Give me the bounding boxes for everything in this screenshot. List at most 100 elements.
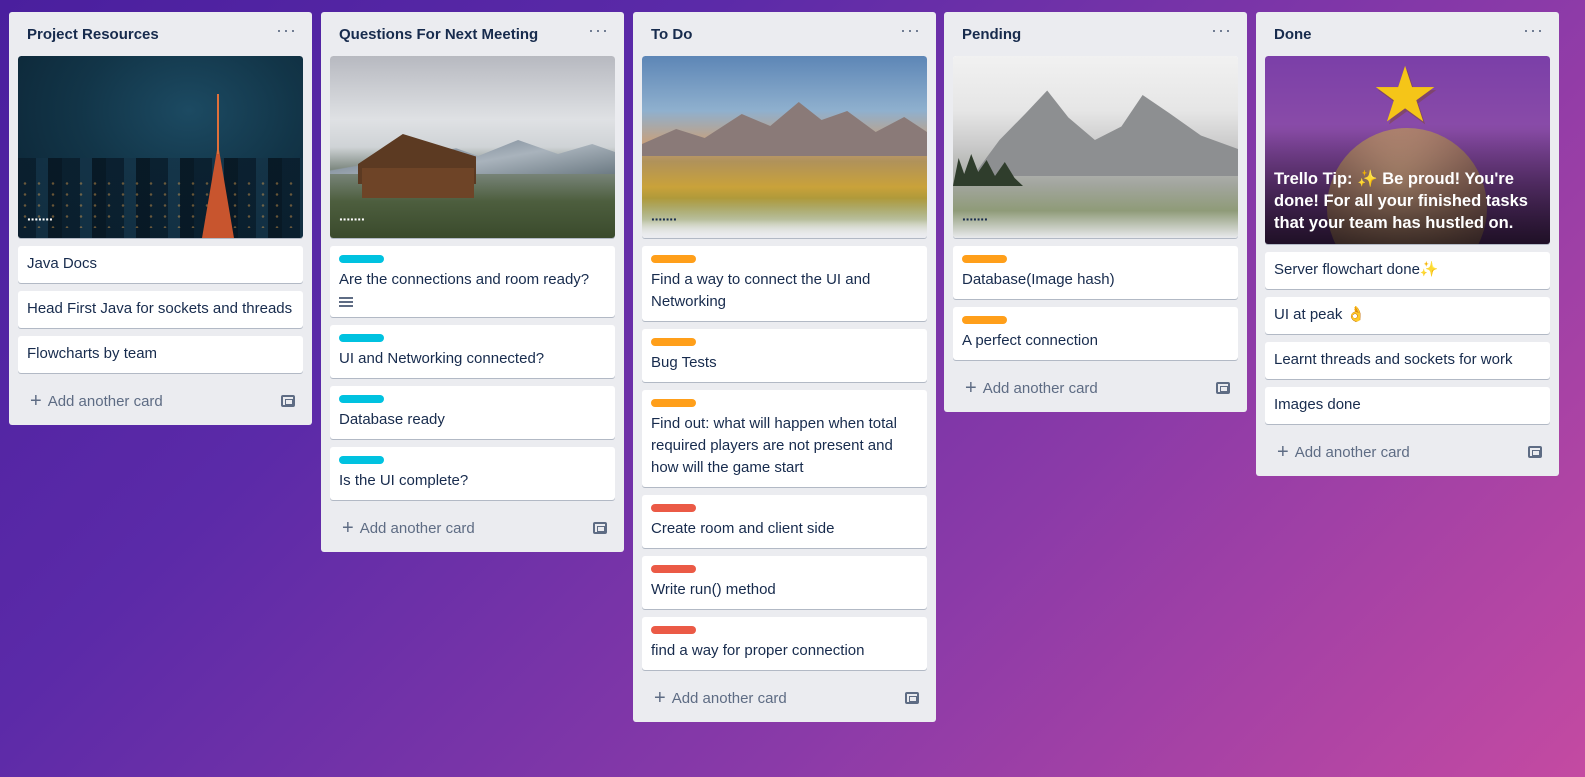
cover-dots: ······· [339,211,366,227]
card-label[interactable] [651,565,696,573]
list-card[interactable]: Server flowchart done✨ [1265,252,1550,289]
barn-body-illustration [362,168,474,198]
list-card[interactable]: Find a way to connect the UI and Network… [642,246,927,321]
card-trello-tip[interactable]: ★ Trello Tip: ✨ Be proud! You're done! F… [1265,56,1550,244]
card-template-icon[interactable] [905,692,919,704]
list-card[interactable]: Write run() method [642,556,927,609]
list-card[interactable]: UI and Networking connected? [330,325,615,378]
star-icon: ★ [1371,56,1440,138]
card-label[interactable] [651,504,696,512]
card-title: UI at peak 👌 [1274,306,1366,323]
card-label[interactable] [651,399,696,407]
add-card-row[interactable]: + Add another card [953,368,1238,408]
card-cover-image: ★ Trello Tip: ✨ Be proud! You're done! F… [1265,56,1550,244]
list-project-resources: Project Resources ··· ······· Java Docs … [9,12,312,425]
list-title[interactable]: Pending [962,26,1021,43]
card-title: Learnt threads and sockets for work [1274,351,1513,368]
list-menu-icon[interactable]: ··· [1211,21,1232,43]
card-cover-image: ······· [642,56,927,238]
card-label[interactable] [962,316,1007,324]
list-title[interactable]: To Do [651,26,692,43]
card-cover-barn[interactable]: ······· [330,56,615,238]
list-menu-icon[interactable]: ··· [900,21,921,43]
list-card[interactable]: Find out: what will happen when total re… [642,390,927,487]
card-title: Bug Tests [651,354,717,371]
card-title: Is the UI complete? [339,472,469,489]
card-title: Find out: what will happen when total re… [651,415,897,476]
card-title: Images done [1274,396,1361,413]
list-title[interactable]: Done [1274,26,1312,43]
list-title[interactable]: Project Resources [27,26,159,43]
list-card[interactable]: Is the UI complete? [330,447,615,500]
list-pending: Pending ··· ······· Database(Image hash)… [944,12,1247,412]
card-title: Database(Image hash) [962,271,1115,288]
card-template-icon[interactable] [1216,382,1230,394]
list-title[interactable]: Questions For Next Meeting [339,26,538,43]
plus-icon: + [342,517,354,539]
list-card[interactable]: Database(Image hash) [953,246,1238,299]
card-cover-image: ······· [18,56,303,238]
list-card[interactable]: Learnt threads and sockets for work [1265,342,1550,379]
card-label[interactable] [339,395,384,403]
card-cover-rock[interactable]: ······· [953,56,1238,238]
card-label[interactable] [651,255,696,263]
card-label[interactable] [651,626,696,634]
list-menu-icon[interactable]: ··· [588,21,609,43]
list-card[interactable]: Database ready [330,386,615,439]
list-card[interactable]: Create room and client side [642,495,927,548]
list-header: Project Resources ··· [18,12,303,56]
list-header: Pending ··· [953,12,1238,56]
list-header: Done ··· [1265,12,1550,56]
add-card-button[interactable]: + Add another card [1277,442,1410,462]
list-card[interactable]: Java Docs [18,246,303,283]
list-card[interactable]: Are the connections and room ready? [330,246,615,317]
card-title: A perfect connection [962,332,1098,349]
add-card-button[interactable]: + Add another card [30,391,163,411]
card-title: Database ready [339,411,445,428]
list-menu-icon[interactable]: ··· [1523,21,1544,43]
card-label[interactable] [651,338,696,346]
cover-fade [642,198,927,238]
list-card[interactable]: Flowcharts by team [18,336,303,373]
card-title: Are the connections and room ready? [339,271,590,288]
add-card-button[interactable]: + Add another card [342,518,475,538]
card-template-icon[interactable] [281,395,295,407]
card-label[interactable] [339,334,384,342]
list-to-do: To Do ··· ······· Find a way to connect … [633,12,936,722]
plus-icon: + [654,687,666,709]
add-card-row[interactable]: + Add another card [1265,432,1550,472]
add-card-label: Add another card [47,392,163,410]
list-card[interactable]: find a way for proper connection [642,617,927,670]
list-card[interactable]: Head First Java for sockets and threads [18,291,303,328]
cover-dots: ······· [27,211,54,227]
card-title: Find a way to connect the UI and Network… [651,271,871,310]
add-card-row[interactable]: + Add another card [642,678,927,718]
add-card-row[interactable]: + Add another card [330,508,615,548]
add-card-button[interactable]: + Add another card [654,688,787,708]
list-card[interactable]: Images done [1265,387,1550,424]
card-cover-tower[interactable]: ······· [18,56,303,238]
add-card-label: Add another card [982,379,1098,397]
add-card-row[interactable]: + Add another card [18,381,303,421]
card-template-icon[interactable] [1528,446,1542,458]
card-cover-grand[interactable]: ······· [642,56,927,238]
card-title: UI and Networking connected? [339,350,545,367]
card-label[interactable] [339,255,384,263]
card-label[interactable] [339,456,384,464]
card-title: Head First Java for sockets and threads [27,300,293,317]
list-questions-next-meeting: Questions For Next Meeting ··· ······· A… [321,12,624,552]
list-done: Done ··· ★ Trello Tip: ✨ Be proud! You'r… [1256,12,1559,476]
list-menu-icon[interactable]: ··· [276,21,297,43]
plus-icon: + [965,377,977,399]
add-card-label: Add another card [1294,443,1410,461]
card-label[interactable] [962,255,1007,263]
list-card[interactable]: UI at peak 👌 [1265,297,1550,334]
add-card-label: Add another card [671,689,787,707]
card-title: Create room and client side [651,520,835,537]
card-template-icon[interactable] [593,522,607,534]
add-card-button[interactable]: + Add another card [965,378,1098,398]
tower-illustration [201,94,235,238]
tip-text: Trello Tip: ✨ Be proud! You're done! For… [1274,170,1528,232]
list-card[interactable]: A perfect connection [953,307,1238,360]
list-card[interactable]: Bug Tests [642,329,927,382]
